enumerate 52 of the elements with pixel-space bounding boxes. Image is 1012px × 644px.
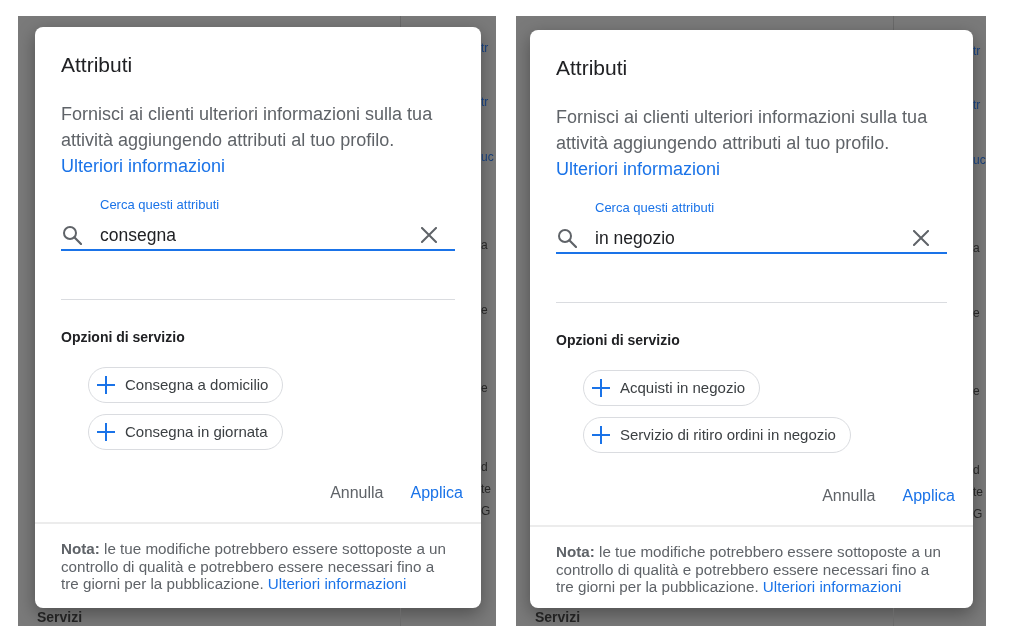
note-text: Nota: le tue modifiche potrebbero essere sottoposte a un controllo di qualità e potrebbero essere necessari fino a tre giorni per la pubblicazione. Ulteriori informazioni	[61, 540, 447, 593]
page-text-fragment: d	[481, 459, 488, 475]
page-text-fragment: a	[481, 237, 488, 253]
page-text-fragment: tr	[481, 94, 489, 110]
page-text-fragment: a	[973, 240, 980, 256]
option-chip[interactable]: Consegna a domicilio	[88, 367, 284, 403]
page-text-fragment: G	[481, 503, 491, 519]
page-text-fragment: tr	[973, 97, 981, 113]
dialog-title: Attributi	[556, 55, 628, 81]
plus-icon	[592, 426, 610, 444]
page-section-heading: Servizi	[37, 609, 83, 626]
description-text: Fornisci ai clienti ulteriori informazioni sulla tua attività aggiungendo attributi al tuo profilo.	[61, 103, 434, 152]
search-icon	[557, 228, 577, 248]
page-text-fragment: e	[481, 302, 488, 318]
page-text-fragment: te	[973, 484, 983, 500]
plus-icon	[97, 376, 115, 394]
option-chip[interactable]: Servizio di ritiro ordini in negozio	[583, 417, 851, 453]
learn-more-link[interactable]: Ulteriori informazioni	[762, 578, 902, 595]
page-text-fragment: G	[973, 506, 983, 522]
page-text-fragment: tr	[481, 40, 489, 56]
page-text-fragment: e	[481, 380, 488, 396]
description-text: Fornisci ai clienti ulteriori informazioni sulla tua attività aggiungendo attributi al tuo profilo.	[556, 106, 929, 155]
section-title: Opzioni di servizio	[61, 328, 185, 347]
search-field[interactable]: in negozio	[556, 216, 947, 254]
dialog-title: Attributi	[61, 52, 133, 78]
apply-button[interactable]: Applica	[402, 475, 471, 511]
option-chip[interactable]: Acquisti in negozio	[583, 370, 761, 406]
page-text-fragment: te	[481, 481, 491, 497]
search-label: Cerca questi attributi	[595, 200, 715, 216]
page-text-fragment: uc	[973, 152, 986, 168]
page-text-fragment: tr	[973, 43, 981, 59]
page-text-fragment: uc	[481, 149, 494, 165]
learn-more-link[interactable]: Ulteriori informazioni	[61, 153, 226, 179]
plus-icon	[97, 423, 115, 441]
learn-more-link[interactable]: Ulteriori informazioni	[267, 575, 407, 592]
close-icon[interactable]	[913, 230, 929, 246]
page-section-heading: Servizi	[535, 609, 581, 626]
page-text-fragment: e	[973, 305, 980, 321]
option-chip[interactable]: Consegna in giornata	[88, 414, 283, 450]
search-label: Cerca questi attributi	[100, 197, 220, 213]
learn-more-link[interactable]: Ulteriori informazioni	[556, 156, 721, 182]
cancel-button[interactable]: Annulla	[322, 475, 392, 511]
page-text-fragment: d	[973, 462, 980, 478]
search-icon	[62, 225, 82, 245]
search-field[interactable]: consegna	[61, 213, 455, 251]
plus-icon	[592, 379, 610, 397]
page-text-fragment: e	[973, 383, 980, 399]
note-text: Nota: le tue modifiche potrebbero essere sottoposte a un controllo di qualità e potrebbero essere necessari fino a tre giorni per la pubblicazione. Ulteriori informazioni	[556, 543, 942, 596]
close-icon[interactable]	[421, 227, 437, 243]
apply-button[interactable]: Applica	[894, 478, 963, 514]
cancel-button[interactable]: Annulla	[814, 478, 884, 514]
section-title: Opzioni di servizio	[556, 331, 680, 350]
